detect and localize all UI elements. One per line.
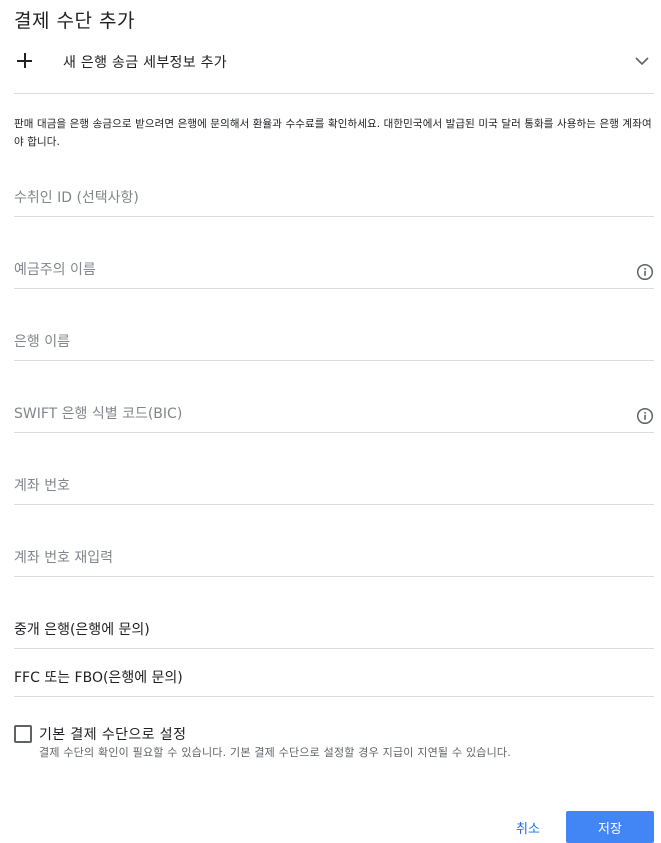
ffc-fbo-field[interactable]: [14, 657, 654, 697]
add-bank-transfer-row[interactable]: 새 은행 송금 세부정보 추가: [0, 40, 661, 84]
account-holder-field[interactable]: [14, 249, 654, 289]
default-payment-help: 결제 수단의 확인이 필요할 수 있습니다. 기본 결제 수단으로 설정할 경우…: [39, 746, 511, 759]
info-icon[interactable]: [636, 407, 654, 425]
payee-id-field[interactable]: [14, 177, 654, 217]
bank-transfer-notice: 판매 대금을 은행 송금으로 받으려면 은행에 문의해서 환율과 수수료를 확인…: [14, 118, 652, 148]
default-payment-checkbox[interactable]: [14, 725, 32, 743]
default-payment-option: 기본 결제 수단으로 설정 결제 수단의 확인이 필요할 수 있습니다. 기본 …: [14, 722, 654, 766]
save-button[interactable]: 저장: [566, 811, 654, 843]
swift-code-field[interactable]: [14, 393, 654, 433]
divider: [14, 93, 654, 94]
intermediary-bank-input[interactable]: [14, 617, 624, 643]
intermediary-bank-field[interactable]: [14, 609, 654, 649]
account-number-confirm-field[interactable]: [14, 537, 654, 577]
add-bank-transfer-label: 새 은행 송금 세부정보 추가: [63, 55, 227, 71]
account-number-input[interactable]: [14, 473, 624, 499]
ffc-fbo-input[interactable]: [14, 665, 624, 691]
dialog-title: 결제 수단 추가: [14, 10, 135, 32]
plus-icon: [15, 51, 35, 71]
payee-id-input[interactable]: [14, 185, 624, 211]
bank-name-field[interactable]: [14, 321, 654, 361]
chevron-down-icon[interactable]: [634, 55, 650, 67]
account-number-confirm-input[interactable]: [14, 545, 624, 571]
cancel-button[interactable]: 취소: [502, 812, 554, 843]
account-number-field[interactable]: [14, 465, 654, 505]
info-icon[interactable]: [636, 263, 654, 281]
account-holder-input[interactable]: [14, 257, 624, 283]
swift-code-input[interactable]: [14, 401, 624, 427]
bank-name-input[interactable]: [14, 329, 624, 355]
default-payment-label[interactable]: 기본 결제 수단으로 설정: [39, 724, 186, 744]
